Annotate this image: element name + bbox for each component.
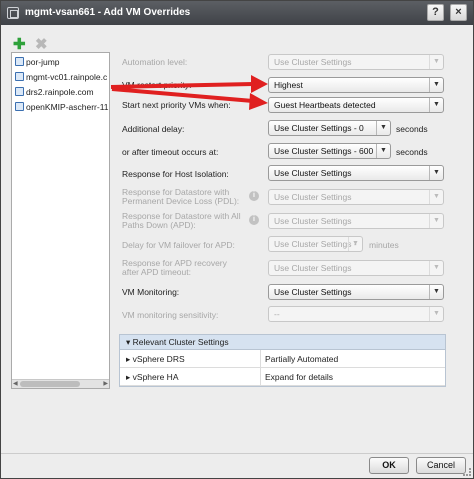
setting-value: Expand for details (265, 372, 334, 382)
vm-monitoring-label: VM Monitoring: (122, 287, 180, 297)
chevron-down-icon: ▼ (429, 98, 443, 112)
start-next-select[interactable]: Guest Heartbeats detected ▼ (268, 97, 444, 113)
add-vm-overrides-dialog: mgmt-vsan661 - Add VM Overrides ? × ✚ ✖ … (0, 0, 474, 479)
dialog-footer: OK Cancel (1, 453, 473, 478)
vm-list-item[interactable]: drs2.rainpole.com (15, 87, 94, 100)
restart-priority-select[interactable]: Highest ▼ (268, 77, 444, 93)
chevron-down-icon: ▼ (429, 214, 443, 228)
restart-priority-value: Highest (274, 80, 303, 90)
apd-response-value: Use Cluster Settings (274, 216, 352, 226)
automation-level-select[interactable]: Use Cluster Settings ▼ (268, 54, 444, 70)
host-isolation-label: Response for Host Isolation: (122, 169, 229, 179)
horizontal-scrollbar[interactable]: ◀ ▶ (12, 379, 109, 388)
start-next-label: Start next priority VMs when: (122, 100, 231, 110)
scrollbar-thumb[interactable] (20, 381, 80, 387)
vm-name: por-jump (26, 57, 60, 67)
cluster-settings-header[interactable]: ▾ Relevant Cluster Settings (120, 335, 445, 350)
chevron-down-icon: ▼ (376, 144, 390, 158)
monitoring-sensitivity-value: -- (274, 309, 280, 319)
vm-list[interactable]: por-jump mgmt-vc01.rainpole.c drs2.rainp… (11, 52, 110, 389)
automation-level-label: Automation level: (122, 57, 188, 67)
virtual-machine-icon (15, 72, 24, 81)
cluster-setting-row[interactable]: ▸ vSphere DRS Partially Automated (120, 350, 445, 368)
apd-response-select[interactable]: Use Cluster Settings ▼ (268, 213, 444, 229)
after-timeout-value: Use Cluster Settings - 600 (274, 146, 374, 156)
chevron-down-icon: ▼ (429, 78, 443, 92)
apd-recovery-label-line-2: after APD timeout: (122, 267, 191, 277)
chevron-down-icon: ▼ (429, 307, 443, 321)
vm-overrides-icon (7, 7, 19, 19)
apd-label-line-2: Paths Down (APD): (122, 220, 196, 230)
monitoring-sensitivity-label: VM monitoring sensitivity: (122, 310, 219, 320)
host-isolation-value: Use Cluster Settings (274, 168, 352, 178)
additional-delay-label: Additional delay: (122, 124, 185, 134)
after-timeout-select[interactable]: Use Cluster Settings - 600 ▼ (268, 143, 391, 159)
vm-name: openKMIP-ascherr-11 (26, 102, 109, 112)
chevron-down-icon: ▼ (429, 190, 443, 204)
apd-delay-select[interactable]: Use Cluster Settings - ▼ (268, 236, 363, 252)
expand-icon: ▸ (126, 372, 131, 382)
scroll-right-icon[interactable]: ▶ (103, 380, 108, 388)
setting-value: Partially Automated (265, 354, 339, 364)
host-isolation-select[interactable]: Use Cluster Settings ▼ (268, 165, 444, 181)
chevron-down-icon: ▼ (429, 285, 443, 299)
apd-delay-label: Delay for VM failover for APD: (122, 240, 235, 250)
vm-list-item[interactable]: por-jump (15, 57, 60, 70)
monitoring-sensitivity-select[interactable]: -- ▼ (268, 306, 444, 322)
vm-toolbar: ✚ ✖ (13, 35, 53, 53)
vm-monitoring-select[interactable]: Use Cluster Settings ▼ (268, 284, 444, 300)
remove-vm-icon[interactable]: ✖ (35, 35, 48, 53)
chevron-down-icon: ▼ (429, 261, 443, 275)
info-icon[interactable]: i (249, 191, 259, 201)
title-bar: mgmt-vsan661 - Add VM Overrides ? × (1, 1, 473, 25)
vm-name: drs2.rainpole.com (26, 87, 94, 97)
apd-recovery-select[interactable]: Use Cluster Settings ▼ (268, 260, 444, 276)
additional-delay-select[interactable]: Use Cluster Settings - 0 ▼ (268, 120, 391, 136)
add-vm-icon[interactable]: ✚ (13, 35, 26, 53)
chevron-down-icon: ▼ (376, 121, 390, 135)
cluster-settings-title: Relevant Cluster Settings (132, 337, 229, 347)
after-timeout-label: or after timeout occurs at: (122, 147, 219, 157)
virtual-machine-icon (15, 57, 24, 66)
setting-name: vSphere DRS (132, 354, 185, 364)
apd-recovery-value: Use Cluster Settings (274, 263, 352, 273)
chevron-down-icon: ▼ (429, 166, 443, 180)
after-timeout-unit: seconds (396, 147, 428, 157)
apd-delay-value: Use Cluster Settings - (274, 239, 357, 249)
setting-name: vSphere HA (132, 372, 179, 382)
expand-icon: ▸ (126, 354, 131, 364)
start-next-value: Guest Heartbeats detected (274, 100, 376, 110)
vm-monitoring-value: Use Cluster Settings (274, 287, 352, 297)
scroll-left-icon[interactable]: ◀ (13, 380, 18, 388)
vm-name: mgmt-vc01.rainpole.c (26, 72, 108, 82)
virtual-machine-icon (15, 102, 24, 111)
automation-level-value: Use Cluster Settings (274, 57, 352, 67)
cluster-setting-row[interactable]: ▸ vSphere HA Expand for details (120, 368, 445, 386)
dialog-title: mgmt-vsan661 - Add VM Overrides (25, 7, 191, 18)
pdl-response-select[interactable]: Use Cluster Settings ▼ (268, 189, 444, 205)
additional-delay-value: Use Cluster Settings - 0 (274, 123, 364, 133)
resize-grip-icon[interactable] (463, 468, 471, 476)
pdl-label-line-2: Permanent Device Loss (PDL): (122, 196, 240, 206)
cancel-button[interactable]: Cancel (416, 457, 466, 474)
chevron-down-icon: ▼ (348, 237, 362, 251)
help-button[interactable]: ? (427, 4, 444, 21)
relevant-cluster-settings-panel: ▾ Relevant Cluster Settings ▸ vSphere DR… (119, 334, 446, 387)
close-button[interactable]: × (450, 4, 467, 21)
vm-list-item[interactable]: mgmt-vc01.rainpole.c (15, 72, 107, 85)
vm-list-item[interactable]: openKMIP-ascherr-11 (15, 102, 109, 115)
ok-button[interactable]: OK (369, 457, 409, 474)
restart-priority-label: VM restart priority: (122, 80, 192, 90)
collapse-icon: ▾ (126, 337, 131, 347)
apd-delay-unit: minutes (369, 240, 399, 250)
virtual-machine-icon (15, 87, 24, 96)
pdl-response-value: Use Cluster Settings (274, 192, 352, 202)
additional-delay-unit: seconds (396, 124, 428, 134)
chevron-down-icon: ▼ (429, 55, 443, 69)
info-icon[interactable]: i (249, 215, 259, 225)
